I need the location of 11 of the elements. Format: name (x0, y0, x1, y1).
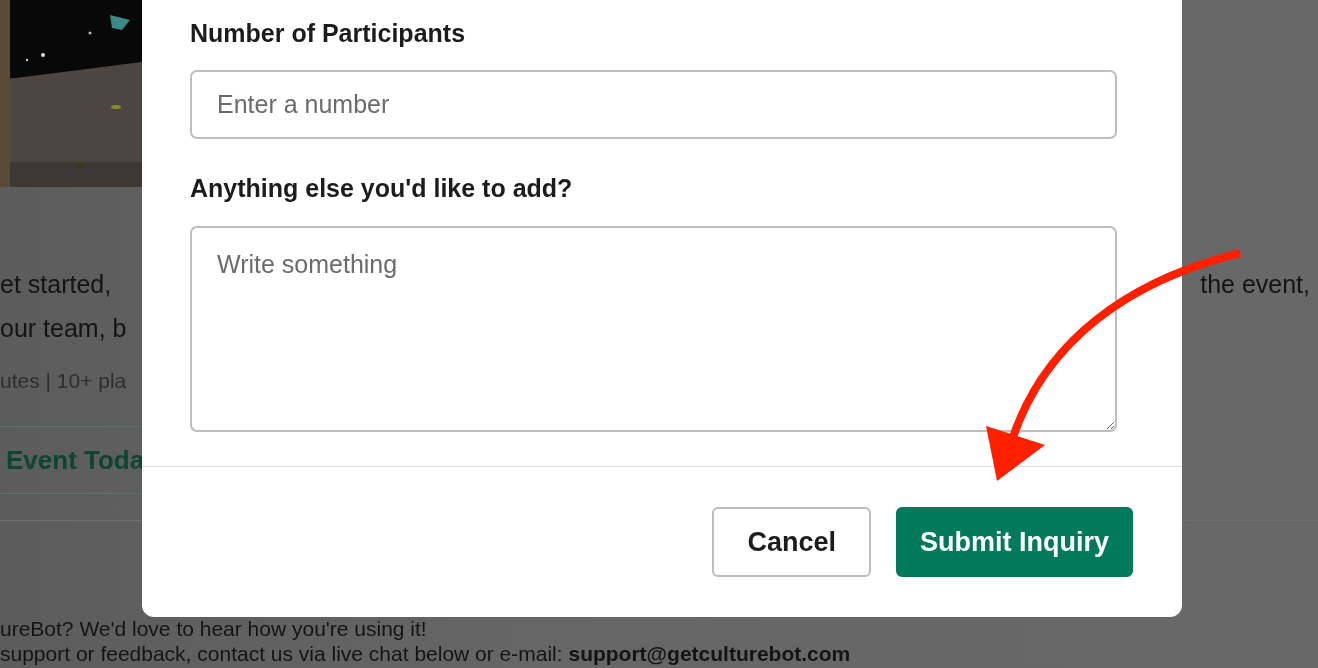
participants-field[interactable]: Enter a number (190, 70, 1117, 139)
message-field[interactable]: Write something (190, 226, 1117, 432)
description-text: et started, (0, 269, 112, 300)
submit-button[interactable]: Submit Inquiry (896, 507, 1133, 577)
field-label: Anything else you'd like to add? (190, 173, 573, 203)
footer-text: support or feedback, contact us via live chat below or e-mail: support@getculturebot.com (0, 642, 851, 665)
cancel-button[interactable]: Cancel (712, 507, 871, 577)
field-label: Number of Participants (190, 18, 466, 48)
description-text: our team, b (0, 313, 127, 344)
footer-text: ureBot? We'd love to hear how you're using it! (0, 617, 427, 640)
description-text: the event, (1200, 269, 1311, 300)
